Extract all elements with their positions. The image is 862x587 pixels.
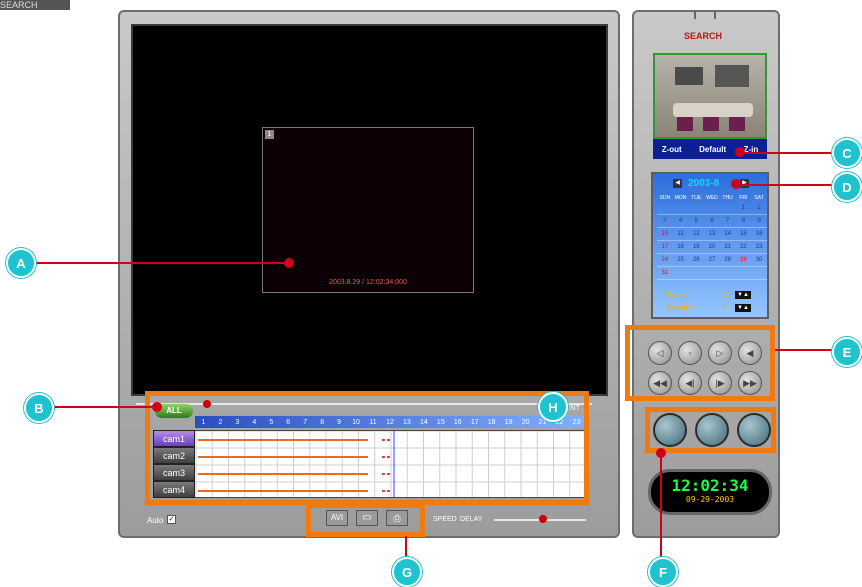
minute-label: Minute : bbox=[667, 305, 694, 312]
leader-C bbox=[740, 152, 838, 154]
month-prev-button[interactable]: ◀ bbox=[673, 179, 682, 188]
calendar-day[interactable]: 28 bbox=[719, 254, 736, 267]
calendar-day bbox=[735, 267, 752, 280]
leader-B bbox=[40, 406, 158, 408]
calendar-day[interactable]: 13 bbox=[704, 228, 720, 241]
highlight-box-G bbox=[306, 503, 425, 537]
calendar-day[interactable]: 14 bbox=[719, 228, 736, 241]
calendar-day bbox=[719, 202, 736, 215]
calendar-day bbox=[704, 202, 720, 215]
leader-A bbox=[32, 262, 290, 264]
corner-label: SEARCH bbox=[0, 0, 70, 10]
calendar-day[interactable]: 1 bbox=[735, 202, 752, 215]
highlight-box-F bbox=[645, 407, 776, 453]
calendar-day[interactable]: 4 bbox=[672, 215, 689, 228]
calendar-day[interactable]: 6 bbox=[704, 215, 720, 228]
calendar-day[interactable]: 2 bbox=[751, 202, 767, 215]
highlight-box-B bbox=[145, 391, 589, 505]
speed-label: SPEED bbox=[433, 516, 457, 523]
zoom-bar: Z-out Default Z-in bbox=[653, 139, 767, 159]
calendar-day[interactable]: 10 bbox=[657, 228, 673, 241]
calendar-day[interactable]: 9 bbox=[751, 215, 767, 228]
pointer-A bbox=[284, 258, 294, 268]
callout-H: H bbox=[538, 392, 568, 422]
channel-number-badge: 1 bbox=[265, 130, 274, 139]
side-panel-grip bbox=[694, 11, 716, 19]
callout-A: A bbox=[6, 248, 36, 278]
clock-date: 09-29-2003 bbox=[685, 495, 735, 504]
calendar-month-title: 2003-8 bbox=[688, 178, 720, 189]
leader-F bbox=[660, 452, 662, 564]
calendar-day[interactable]: 21 bbox=[719, 241, 736, 254]
calendar-day bbox=[672, 202, 689, 215]
highlight-box-E bbox=[625, 325, 775, 401]
side-panel-title: SEARCH bbox=[684, 31, 723, 41]
hour-label: Hour : bbox=[667, 292, 688, 299]
pointer-B bbox=[152, 402, 162, 412]
calendar-day[interactable]: 26 bbox=[688, 254, 705, 267]
auto-label: Auto bbox=[147, 516, 164, 525]
day-grid: 1 2 3 4 5 6 7 8 9 10 11 12 13 14 15 16 17 18 19 20 21 22 23 24 2… bbox=[657, 202, 767, 280]
callout-C: C bbox=[832, 138, 862, 168]
calendar-day bbox=[704, 267, 720, 280]
calendar-day[interactable]: 25 bbox=[672, 254, 689, 267]
calendar-day[interactable]: 27 bbox=[704, 254, 720, 267]
calendar-day bbox=[657, 202, 673, 215]
pointer-F bbox=[656, 448, 666, 458]
calendar-day bbox=[751, 267, 767, 280]
callout-B: B bbox=[24, 393, 54, 423]
calendar-day[interactable]: 19 bbox=[688, 241, 705, 254]
channel-viewport[interactable]: 1 2003.8.29 / 12:02:34:000 bbox=[262, 127, 474, 293]
preview-image bbox=[653, 53, 767, 139]
callout-D: D bbox=[832, 172, 862, 202]
calendar-day[interactable]: 24 bbox=[657, 254, 673, 267]
calendar-day[interactable]: 22 bbox=[735, 241, 752, 254]
calendar-day[interactable]: 20 bbox=[704, 241, 720, 254]
clock-time: 12:02:34 bbox=[671, 476, 749, 495]
calendar-day bbox=[688, 202, 705, 215]
hour-value: 12 bbox=[723, 292, 731, 299]
minute-value: 2 bbox=[723, 305, 727, 312]
calendar-day[interactable]: 7 bbox=[719, 215, 736, 228]
calendar-day bbox=[719, 267, 736, 280]
auto-checkbox[interactable]: ✓ bbox=[167, 515, 176, 524]
calendar-day[interactable]: 12 bbox=[688, 228, 705, 241]
calendar-day bbox=[688, 267, 705, 280]
video-timestamp: 2003.8.29 / 12:02:34:000 bbox=[329, 279, 407, 286]
calendar-day[interactable]: 11 bbox=[672, 228, 689, 241]
leader-E bbox=[775, 349, 837, 351]
calendar-day[interactable]: 17 bbox=[657, 241, 673, 254]
calendar-day[interactable]: 16 bbox=[751, 228, 767, 241]
zoom-default-button[interactable]: Default bbox=[699, 145, 726, 154]
zoom-out-button[interactable]: Z-out bbox=[662, 145, 682, 154]
leader-D bbox=[737, 184, 837, 186]
calendar-day bbox=[672, 267, 689, 280]
delay-label: DELAY bbox=[460, 516, 483, 523]
digital-clock: 12:02:34 09-29-2003 bbox=[648, 469, 772, 515]
calendar-day[interactable]: 30 bbox=[751, 254, 767, 267]
calendar-day[interactable]: 29 bbox=[735, 254, 752, 267]
minute-stepper[interactable]: ▼▲ bbox=[735, 304, 751, 312]
pointer-D bbox=[731, 179, 741, 189]
calendar-day[interactable]: 18 bbox=[672, 241, 689, 254]
callout-E: E bbox=[832, 337, 862, 367]
calendar-day[interactable]: 8 bbox=[735, 215, 752, 228]
hour-stepper[interactable]: ▼▲ bbox=[735, 291, 751, 299]
calendar-day[interactable]: 15 bbox=[735, 228, 752, 241]
speed-slider-knob[interactable] bbox=[539, 515, 547, 523]
calendar-day[interactable]: 5 bbox=[688, 215, 705, 228]
calendar: ◀ 2003-8 ▶ SUN MON TUE WED THU FRI SAT 1234567… bbox=[651, 172, 769, 319]
pointer-C bbox=[735, 147, 745, 157]
calendar-day[interactable]: 3 bbox=[657, 215, 673, 228]
calendar-day[interactable]: 23 bbox=[751, 241, 767, 254]
calendar-day[interactable]: 31 bbox=[657, 267, 673, 280]
